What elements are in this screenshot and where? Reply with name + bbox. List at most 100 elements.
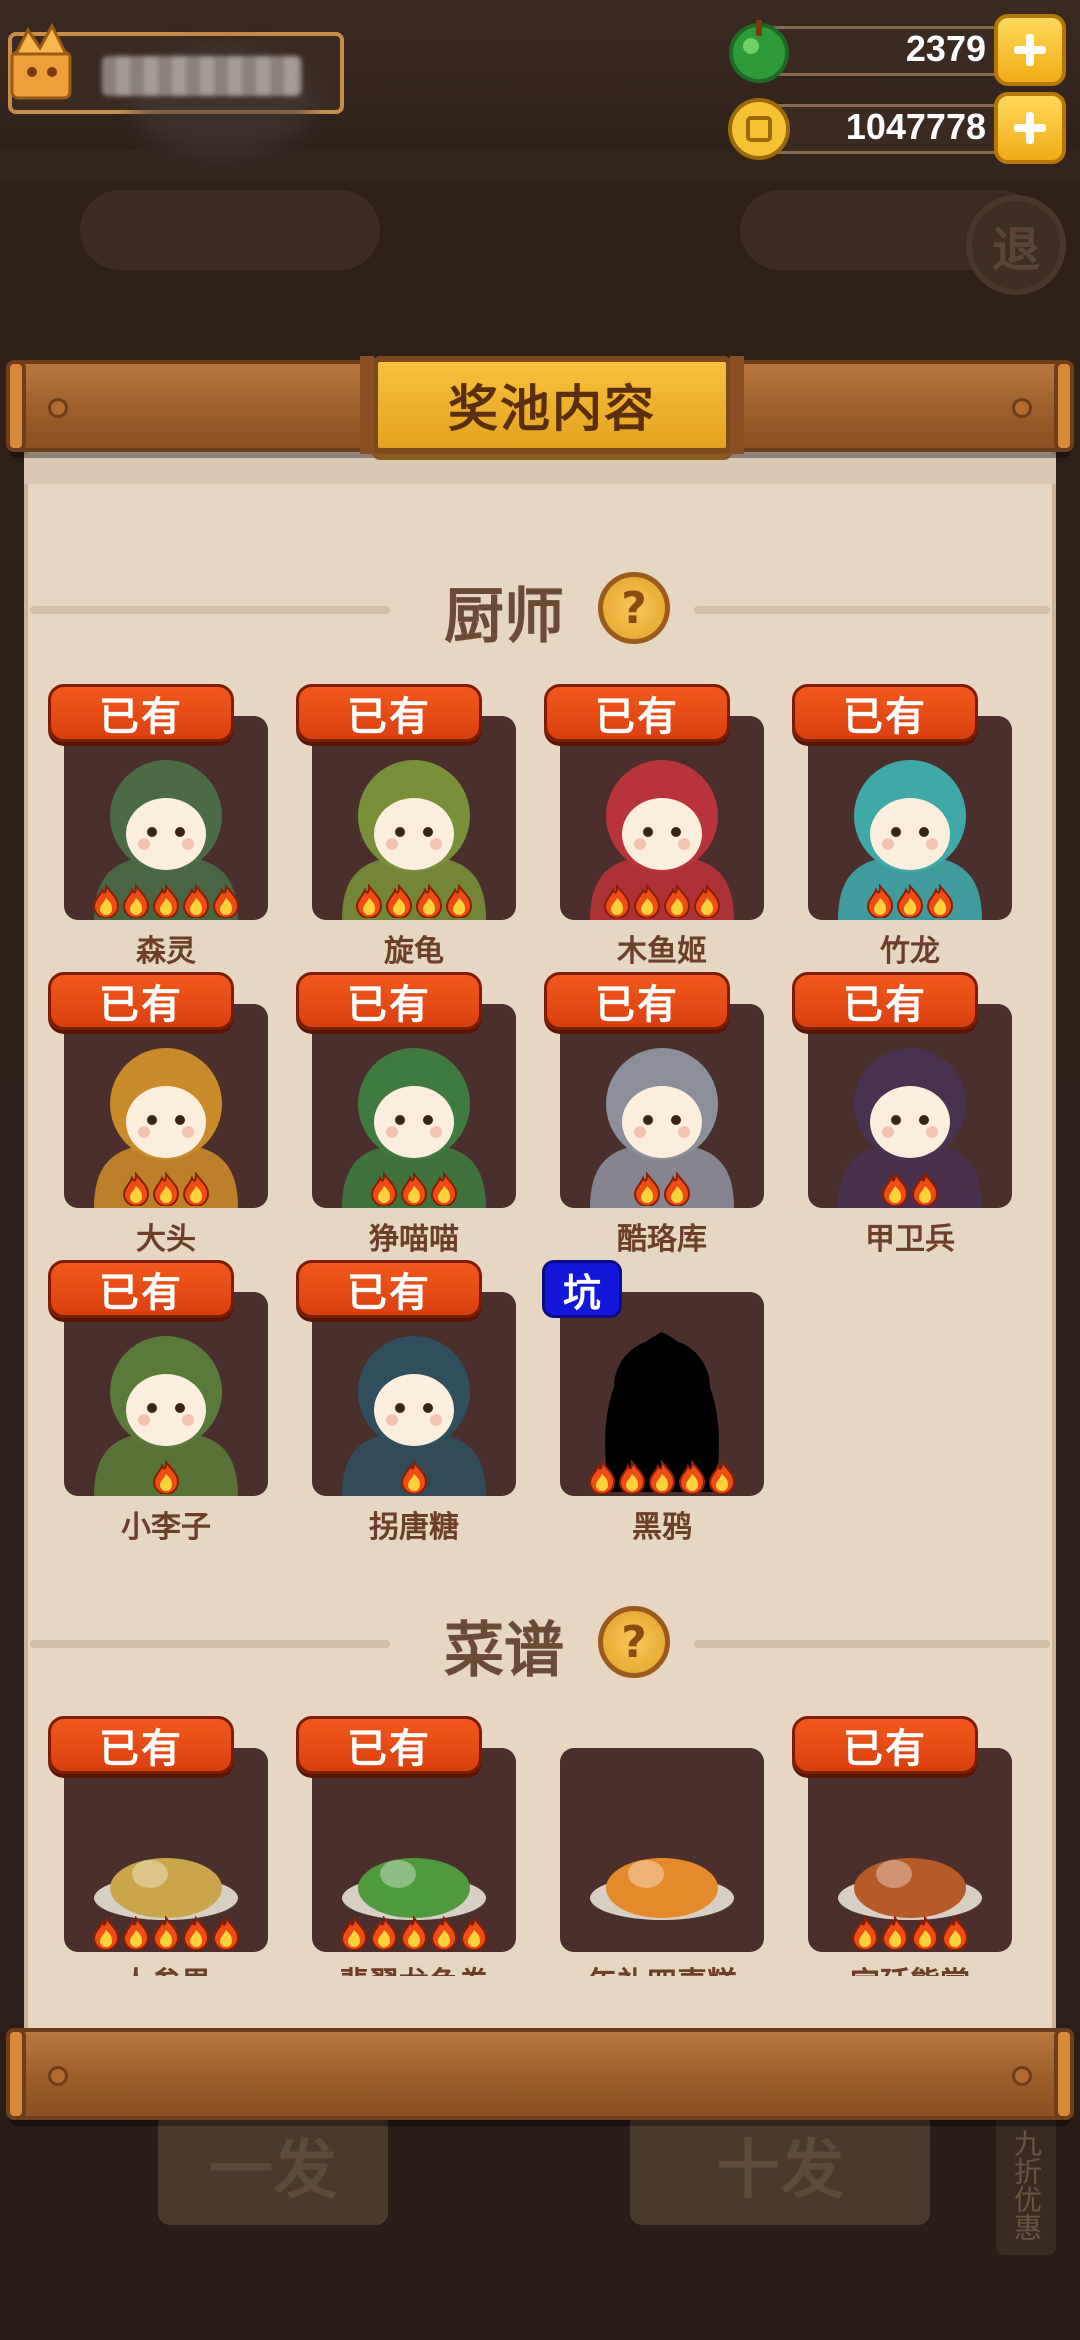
owned-badge: 已有 — [544, 684, 730, 742]
chef-card[interactable]: 已有 甲卫兵 — [792, 972, 1012, 1257]
divider-line — [30, 606, 390, 614]
flame-rarity-icon — [941, 1916, 969, 1950]
jade-amount: 2379 — [905, 28, 986, 69]
chef-card[interactable]: 已有狰喵喵 — [296, 972, 516, 1257]
owned-badge-label: 已有 — [595, 982, 679, 1028]
chef-card[interactable]: 坑黑鸦 — [542, 1260, 764, 1545]
section-title-chefs: 厨师 — [444, 582, 564, 652]
flame-rarity-icon — [182, 1172, 210, 1206]
coin-currency-bar: 1047778 — [726, 92, 1066, 164]
flame-rarity-icon — [152, 884, 180, 918]
card-frame — [560, 1748, 764, 1952]
chef-name: 酷珞库 — [617, 1222, 707, 1257]
coin-add-button[interactable] — [994, 92, 1066, 164]
flame-rarity-icon — [400, 1460, 428, 1494]
single-draw-label: 一发 — [209, 2134, 337, 2208]
section-title-recipes: 菜谱 — [444, 1616, 564, 1686]
chef-card[interactable]: 已有旋龟 — [296, 684, 516, 969]
owned-badge-label: 已有 — [347, 982, 431, 1028]
single-draw-button[interactable]: 一发 — [158, 2105, 388, 2225]
recipe-card[interactable]: 年礼四喜糕 — [560, 1748, 764, 1976]
card-frame — [312, 1748, 516, 1952]
nail-icon — [1012, 398, 1032, 418]
chef-name: 竹龙 — [880, 934, 940, 969]
flame-rarity-icon — [355, 884, 383, 918]
flame-rarity-icon — [122, 1172, 150, 1206]
card-frame — [64, 1292, 268, 1496]
owned-badge-label: 已有 — [99, 982, 183, 1028]
ten-draw-button[interactable]: 十发 — [630, 2105, 930, 2225]
owned-badge-label: 已有 — [347, 1726, 431, 1772]
recipes-help-button[interactable]: ? — [598, 1606, 670, 1678]
section-header-recipes: 菜谱 ? — [30, 1602, 1050, 1686]
hole-badge-label: 坑 — [562, 1270, 601, 1315]
nail-icon — [48, 2066, 68, 2086]
flame-rarity-icon — [648, 1460, 676, 1494]
chef-name: 旋龟 — [384, 934, 444, 969]
flame-rarity-icon — [588, 1460, 616, 1494]
flame-rarity-icon — [678, 1460, 706, 1494]
owned-badge-label: 已有 — [99, 1270, 183, 1316]
flame-rarity-icon — [633, 1172, 661, 1206]
recipe-name: 人参果 — [64, 1958, 268, 1976]
chef-card[interactable]: 已有 木鱼姬 — [544, 684, 764, 969]
owned-badge-label: 已有 — [347, 694, 431, 740]
flame-rarity-icon — [926, 884, 954, 918]
exit-label: 退 — [991, 222, 1040, 278]
chef-name: 甲卫兵 — [865, 1222, 955, 1257]
recipe-card[interactable]: 已有翡翠龙鱼卷 — [296, 1716, 516, 1976]
player-avatar-icon[interactable] — [6, 22, 78, 102]
player-name-blurred — [102, 56, 302, 96]
plank-end-right — [1054, 2028, 1074, 2120]
flame-rarity-icon — [851, 1916, 879, 1950]
owned-badge: 已有 — [48, 684, 234, 742]
chef-name: 拐唐糖 — [369, 1510, 459, 1545]
flame-rarity-icon — [663, 884, 691, 918]
ten-draw-label: 十发 — [716, 2134, 844, 2208]
card-frame — [560, 1004, 764, 1208]
flame-rarity-icon — [881, 1172, 909, 1206]
recipe-card[interactable]: 已有宫廷熊掌 — [792, 1716, 1012, 1976]
chefs-help-button[interactable]: ? — [598, 572, 670, 644]
nail-icon — [48, 398, 68, 418]
flame-rarity-icon — [896, 884, 924, 918]
flame-rarity-icon — [460, 1916, 488, 1950]
divider-line — [694, 1640, 1050, 1648]
chef-card[interactable]: 已有 拐唐糖 — [296, 1260, 516, 1545]
divider-line — [694, 606, 1050, 614]
modal-title-badge: 奖池内容 — [360, 356, 744, 454]
chef-card[interactable]: 已有 森灵 — [48, 684, 268, 969]
card-frame — [64, 1748, 268, 1952]
question-mark-icon: ? — [621, 1616, 647, 1668]
recipe-card[interactable]: 已有人参果 — [48, 1716, 268, 1976]
rarity-flames — [808, 884, 1012, 918]
owned-badge: 已有 — [792, 684, 978, 742]
jade-add-button[interactable] — [994, 14, 1066, 86]
chef-card[interactable]: 已有 大头 — [48, 972, 268, 1257]
chef-card[interactable]: 已有酷珞库 — [544, 972, 764, 1257]
flame-rarity-icon — [633, 884, 661, 918]
plank-end-left — [6, 360, 26, 452]
flame-rarity-icon — [92, 1916, 120, 1950]
card-frame — [312, 1292, 516, 1496]
chef-card[interactable]: 已有竹龙 — [792, 684, 1012, 969]
modal-title: 奖池内容 — [448, 380, 656, 438]
chef-card[interactable]: 已有小李子 — [48, 1260, 268, 1545]
chef-name: 小李子 — [121, 1510, 211, 1545]
owned-badge-label: 已有 — [843, 694, 927, 740]
flame-rarity-icon — [92, 884, 120, 918]
flame-rarity-icon — [881, 1916, 909, 1950]
flame-rarity-icon — [122, 1916, 150, 1950]
question-mark-icon: ? — [621, 582, 647, 634]
exit-button[interactable]: 退 — [966, 195, 1066, 295]
flame-rarity-icon — [663, 1172, 691, 1206]
coin-amount: 1047778 — [845, 106, 986, 147]
divider-line — [30, 1640, 390, 1648]
plank-end-right — [1054, 360, 1074, 452]
flame-rarity-icon — [445, 884, 473, 918]
card-frame — [312, 716, 516, 920]
plus-icon — [1014, 34, 1046, 66]
chef-name: 狰喵喵 — [369, 1222, 459, 1257]
flame-rarity-icon — [122, 884, 150, 918]
recipe-name: 宫廷熊掌 — [808, 1958, 1012, 1976]
